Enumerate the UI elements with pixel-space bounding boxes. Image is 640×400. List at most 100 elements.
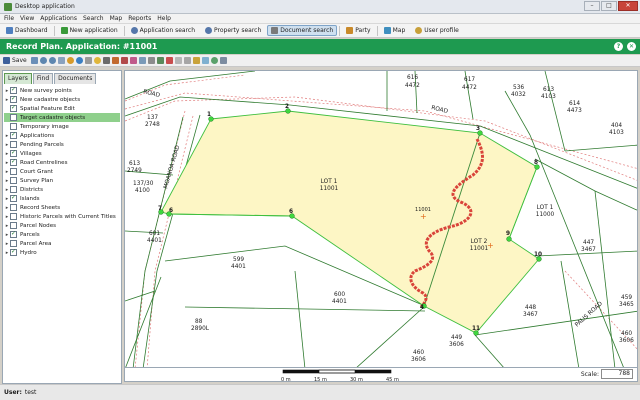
property-search-button[interactable]: Property search xyxy=(201,25,265,36)
layer-item[interactable]: ▸ Parcel Area xyxy=(4,239,120,248)
party-button[interactable]: Party xyxy=(342,25,374,36)
pan-icon[interactable] xyxy=(66,57,74,64)
svg-text:4472: 4472 xyxy=(405,83,420,89)
layer-item[interactable]: ▸ Court Grant xyxy=(4,167,120,176)
layer-item[interactable]: ▸ Survey Plan xyxy=(4,176,120,185)
layer-item[interactable]: ▸Villages xyxy=(4,149,120,158)
layer-checkbox[interactable] xyxy=(10,240,17,247)
target-icon[interactable] xyxy=(102,57,110,64)
layer-checkbox[interactable] xyxy=(10,248,17,256)
copy-icon[interactable] xyxy=(183,57,191,64)
layer-checkbox[interactable] xyxy=(10,86,17,94)
layer-item[interactable]: ▸Hydro xyxy=(4,248,120,257)
layer-item[interactable]: ▸ Districts xyxy=(4,185,120,194)
layer-checkbox[interactable] xyxy=(10,95,17,103)
maximize-button[interactable]: □ xyxy=(601,1,617,11)
tab-find[interactable]: Find xyxy=(32,73,54,84)
svg-text:601: 601 xyxy=(149,231,160,237)
undo-icon[interactable] xyxy=(138,57,146,64)
layer-checkbox[interactable] xyxy=(10,141,17,148)
layer-item[interactable]: ▸Target cadastre objects xyxy=(4,113,120,122)
layer-checkbox[interactable] xyxy=(10,213,17,220)
zoom-in-icon[interactable] xyxy=(39,57,47,64)
menu-view[interactable]: View xyxy=(20,15,34,22)
tab-documents[interactable]: Documents xyxy=(54,73,97,84)
panel-tabs: Layers Find Documents xyxy=(4,73,97,84)
menu-file[interactable]: File xyxy=(4,15,14,22)
menu-map[interactable]: Map xyxy=(110,15,123,22)
layer-checkbox[interactable] xyxy=(10,204,17,211)
layer-checkbox[interactable] xyxy=(10,114,17,121)
tab-layers[interactable]: Layers xyxy=(4,73,32,84)
layer-checkbox[interactable] xyxy=(10,104,17,112)
map-svg[interactable]: ROAD ROAD MOANOA ROAD PALIS ROAD LOT 1 1… xyxy=(125,71,638,368)
layer-checkbox[interactable] xyxy=(10,230,17,238)
layer-checkbox[interactable] xyxy=(10,168,17,175)
layer-item[interactable]: ▸ Parcel Nodes xyxy=(4,221,120,230)
document-search-button[interactable]: Document search xyxy=(267,25,338,36)
layer-item[interactable]: ▸ Pending Parcels xyxy=(4,140,120,149)
layer-item[interactable]: ▸Road Centrelines xyxy=(4,158,120,167)
scale-tick: 15 m xyxy=(314,377,327,383)
new-application-button[interactable]: New application xyxy=(57,25,122,36)
layer-label: Parcels xyxy=(20,231,40,238)
grid-icon[interactable] xyxy=(201,57,209,64)
menu-applications[interactable]: Applications xyxy=(40,15,77,22)
layer-item[interactable]: ▸ Record Sheets xyxy=(4,203,120,212)
node-move-icon[interactable] xyxy=(129,57,137,64)
layer-item[interactable]: ▸New survey points xyxy=(4,86,120,95)
layer-item[interactable]: ▸Spatial Feature Edit xyxy=(4,104,120,113)
panel-close-button[interactable]: ✕ xyxy=(627,42,636,51)
polygon-icon[interactable] xyxy=(156,57,164,64)
svg-text:3606: 3606 xyxy=(449,342,464,348)
map-canvas[interactable]: ROAD ROAD MOANOA ROAD PALIS ROAD LOT 1 1… xyxy=(124,70,638,368)
menu-reports[interactable]: Reports xyxy=(128,15,151,22)
menu-search[interactable]: Search xyxy=(83,15,104,22)
edit-icon[interactable] xyxy=(174,57,182,64)
split-icon[interactable] xyxy=(111,57,119,64)
minimize-button[interactable]: – xyxy=(584,1,600,11)
zoom-box-icon[interactable] xyxy=(57,57,65,64)
node-label: 2 xyxy=(285,104,289,110)
layer-checkbox[interactable] xyxy=(10,177,17,184)
layer-label: Pending Parcels xyxy=(20,141,64,148)
layer-checkbox[interactable] xyxy=(10,158,17,166)
dashboard-button[interactable]: Dashboard xyxy=(2,25,52,36)
node-label: 1 xyxy=(207,112,211,118)
menu-help[interactable]: Help xyxy=(157,15,171,22)
zoom-extent-icon[interactable] xyxy=(30,57,38,64)
layer-icon[interactable] xyxy=(165,57,173,64)
layer-checkbox[interactable] xyxy=(10,149,17,157)
snap-icon[interactable] xyxy=(192,57,200,64)
select-icon[interactable] xyxy=(93,57,101,64)
layer-item[interactable]: ▸New cadastre objects xyxy=(4,95,120,104)
save-button[interactable]: Save xyxy=(3,57,27,64)
zoom-out-icon[interactable] xyxy=(48,57,56,64)
help-button[interactable]: ? xyxy=(614,42,623,51)
layer-checkbox[interactable] xyxy=(10,186,17,193)
layer-checkbox[interactable] xyxy=(10,123,17,130)
layer-checkbox[interactable] xyxy=(10,194,17,202)
menu-bar: File View Applications Search Map Report… xyxy=(0,14,640,24)
scale-tick: 45 m xyxy=(386,377,399,383)
layer-item[interactable]: ▸Islands xyxy=(4,194,120,203)
layer-item[interactable]: ▸Applications xyxy=(4,131,120,140)
layer-checkbox[interactable] xyxy=(10,222,17,229)
scale-input[interactable]: 788 xyxy=(601,369,633,379)
layer-item[interactable]: ▸ Historic Parcels with Current Titles xyxy=(4,212,120,221)
svg-text:4473: 4473 xyxy=(567,108,582,114)
user-profile-button[interactable]: User profile xyxy=(411,25,463,36)
application-search-button[interactable]: Application search xyxy=(127,25,199,36)
layer-item[interactable]: ▸Parcels xyxy=(4,230,120,239)
map-button[interactable]: Map xyxy=(380,25,410,36)
layer-checkbox[interactable] xyxy=(10,131,17,139)
node-add-icon[interactable] xyxy=(120,57,128,64)
layer-item[interactable]: ▸Temporary image xyxy=(4,122,120,131)
line-icon[interactable] xyxy=(147,57,155,64)
info-icon[interactable] xyxy=(75,57,83,64)
close-button[interactable]: ✕ xyxy=(618,1,638,11)
measure-icon[interactable] xyxy=(84,57,92,64)
node-label: 6 xyxy=(289,209,293,215)
print-icon[interactable] xyxy=(219,57,227,64)
refresh-icon[interactable] xyxy=(210,57,218,64)
